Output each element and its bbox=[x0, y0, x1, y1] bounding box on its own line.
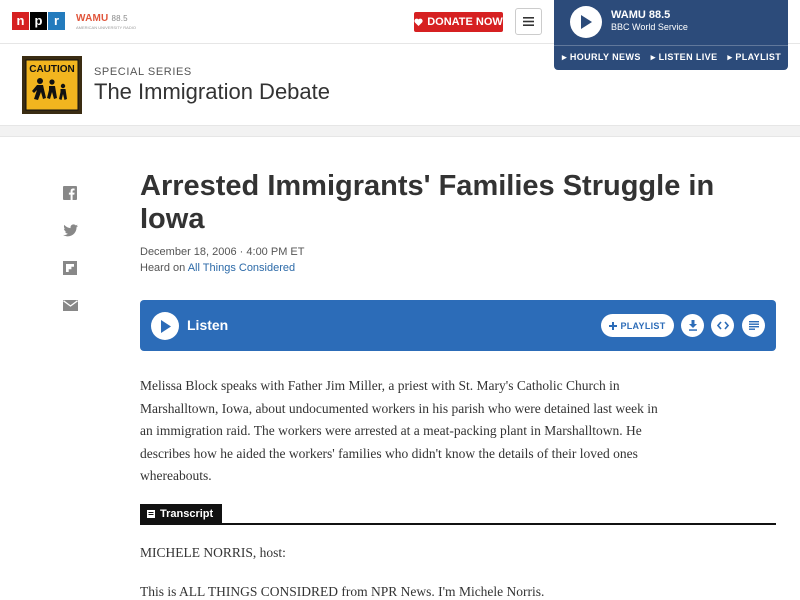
donate-button[interactable]: DONATE NOW bbox=[414, 12, 503, 32]
caution-sign-image: CAUTION bbox=[22, 56, 82, 114]
transcript-button[interactable] bbox=[742, 314, 765, 337]
transcript-doc-icon bbox=[147, 510, 155, 518]
donate-label: DONATE NOW bbox=[427, 16, 503, 28]
transcript-line: MICHELE NORRIS, host: bbox=[140, 545, 286, 560]
play-icon bbox=[160, 319, 171, 333]
flipboard-icon bbox=[63, 261, 77, 275]
playlist-button-label: PLAYLIST bbox=[620, 320, 666, 331]
caution-sign-text: CAUTION bbox=[29, 64, 75, 75]
add-to-playlist-button[interactable]: PLAYLIST bbox=[601, 314, 674, 337]
npr-logo[interactable]: n p r bbox=[12, 12, 66, 30]
flipboard-share[interactable] bbox=[62, 260, 78, 276]
plus-icon bbox=[609, 321, 618, 330]
download-button[interactable] bbox=[681, 314, 704, 337]
twitter-share[interactable] bbox=[62, 222, 78, 238]
article-date: December 18, 2006 · 4:00 PM ET bbox=[140, 246, 305, 258]
listen-label[interactable]: Listen bbox=[187, 317, 228, 333]
npr-logo-p: p bbox=[30, 12, 47, 30]
heard-on-prefix: Heard on bbox=[140, 262, 186, 274]
heard-on: Heard on All Things Considered bbox=[140, 262, 295, 274]
audio-play-button[interactable] bbox=[151, 312, 179, 340]
download-icon bbox=[688, 320, 697, 331]
player-program: BBC World Service bbox=[611, 22, 688, 32]
email-icon bbox=[62, 299, 78, 311]
player-station: WAMU 88.5 bbox=[611, 9, 671, 21]
play-icon bbox=[581, 15, 592, 29]
email-share[interactable] bbox=[62, 297, 78, 313]
station-logo-name: WAMU bbox=[76, 13, 109, 24]
hamburger-icon bbox=[523, 17, 534, 26]
facebook-share[interactable] bbox=[62, 185, 78, 201]
article-teaser: Melissa Block speaks with Father Jim Mil… bbox=[140, 378, 658, 483]
transcript-tab-label: Transcript bbox=[160, 508, 214, 520]
series-kicker: SPECIAL SERIES bbox=[94, 66, 192, 78]
station-tagline: AMERICAN UNIVERSITY RADIO bbox=[76, 25, 136, 30]
station-logo-freq: 88.5 bbox=[111, 14, 128, 23]
series-banner: CAUTION SPECIAL SERIES The Immigration D… bbox=[0, 44, 800, 126]
embed-icon bbox=[716, 321, 729, 330]
transcript-line: This is ALL THINGS CONSIDRED from NPR Ne… bbox=[140, 584, 545, 599]
live-play-button[interactable] bbox=[570, 6, 602, 38]
station-logo[interactable]: WAMU 88.5 bbox=[76, 13, 128, 24]
embed-button[interactable] bbox=[711, 314, 734, 337]
article-title: Arrested Immigrants' Families Struggle i… bbox=[140, 170, 715, 235]
transcript-icon bbox=[748, 321, 759, 330]
transcript-rule bbox=[140, 523, 776, 525]
menu-button[interactable] bbox=[515, 8, 542, 35]
heart-icon bbox=[414, 18, 423, 26]
facebook-icon bbox=[63, 186, 77, 200]
show-link[interactable]: All Things Considered bbox=[188, 262, 295, 274]
section-divider bbox=[0, 126, 800, 137]
twitter-icon bbox=[62, 223, 78, 236]
npr-logo-n: n bbox=[12, 12, 29, 30]
npr-logo-r: r bbox=[48, 12, 65, 30]
audio-player-bar: Listen PLAYLIST bbox=[140, 300, 776, 351]
series-image[interactable]: CAUTION bbox=[22, 56, 82, 114]
series-title[interactable]: The Immigration Debate bbox=[94, 79, 330, 105]
transcript-tab: Transcript bbox=[140, 504, 222, 524]
